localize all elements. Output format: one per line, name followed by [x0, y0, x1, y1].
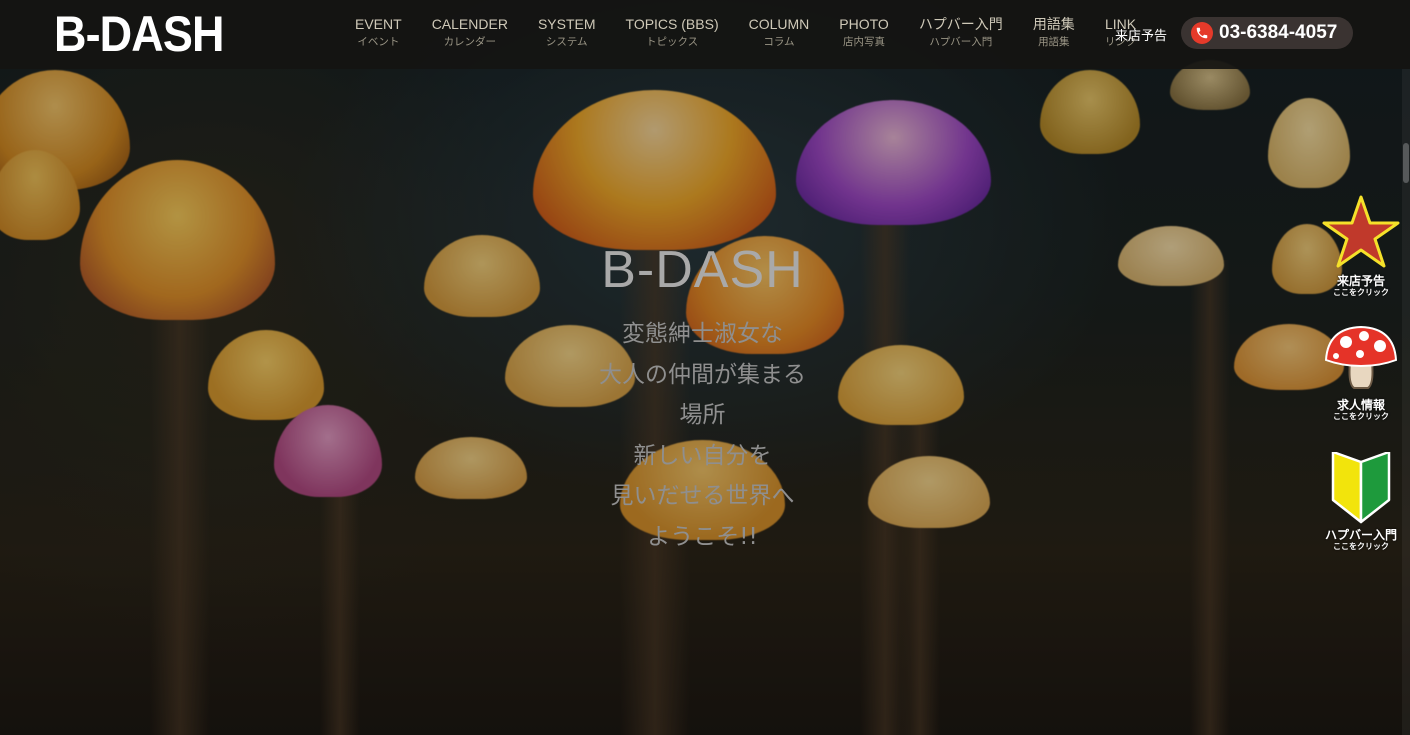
- nav-item-event[interactable]: EVENT イベント: [340, 14, 417, 50]
- nav-item-label: ハプバー入門: [918, 16, 1003, 32]
- nav-item-label: EVENT: [355, 16, 402, 32]
- nav-item-calender[interactable]: CALENDER カレンダー: [417, 14, 523, 50]
- nav-item-sublabel: イベント: [357, 36, 400, 48]
- mushroom-icon: [1324, 325, 1398, 389]
- reserve-link[interactable]: 来店予告: [1115, 25, 1167, 44]
- nav-item-label: CALENDER: [431, 16, 508, 32]
- nav-item-sublabel: ハプバー入門: [929, 36, 993, 48]
- side-button-sublabel: ここをクリック: [1333, 542, 1389, 551]
- hero-line: 新しい自分を: [633, 442, 772, 469]
- nav-item-system[interactable]: SYSTEM システム: [523, 14, 611, 50]
- nav-item-sublabel: 用語集: [1038, 36, 1070, 48]
- hero-line: ようこそ!!: [647, 523, 758, 550]
- main-nav: EVENT イベント CALENDER カレンダー SYSTEM システム TO…: [340, 14, 1151, 50]
- side-button-label: 求人情報: [1336, 398, 1385, 412]
- side-button-jobs[interactable]: 求人情報 ここをクリック: [1320, 324, 1402, 422]
- nav-item-label: SYSTEM: [537, 16, 596, 32]
- nav-item-topics[interactable]: TOPICS (BBS) トピックス: [611, 14, 734, 50]
- hero-line: 変態紳士淑女な: [622, 321, 783, 347]
- side-button-reserve[interactable]: 来店予告 ここをクリック: [1320, 194, 1402, 298]
- side-button-sublabel: ここをクリック: [1333, 412, 1389, 421]
- phone-button[interactable]: 03-6384-4057: [1181, 17, 1353, 49]
- side-button-label: 来店予告: [1336, 274, 1385, 288]
- side-button-hapbar-intro[interactable]: ハプバー入門 ここをクリック: [1320, 450, 1402, 552]
- side-button-label: ハプバー入門: [1324, 528, 1397, 542]
- hero-tagline: 変態紳士淑女な 大人の仲間が集まる 場所 新しい自分を 見いだせる世界へ ようこ…: [0, 314, 1405, 557]
- nav-item-sublabel: カレンダー: [443, 36, 497, 48]
- site-header: B-DASH EVENT イベント CALENDER カレンダー SYSTEM …: [0, 0, 1410, 69]
- nav-item-column[interactable]: COLUMN コラム: [734, 14, 825, 50]
- nav-item-glossary[interactable]: 用語集 用語集: [1018, 14, 1090, 50]
- hero-title: B-DASH: [601, 241, 804, 299]
- star-icon: [1322, 195, 1400, 268]
- scrollbar-thumb[interactable]: [1403, 143, 1409, 183]
- side-button-sublabel: ここをクリック: [1333, 288, 1389, 297]
- hero-line: 場所: [679, 402, 726, 428]
- nav-item-label: PHOTO: [839, 16, 889, 32]
- beginner-mark-icon: [1331, 450, 1391, 524]
- hero-line: 大人の仲間が集まる: [599, 361, 806, 388]
- phone-number: 03-6384-4057: [1219, 22, 1338, 43]
- nav-item-sublabel: トピックス: [645, 36, 699, 48]
- hero-line: 見いだせる世界へ: [610, 483, 795, 509]
- site-logo[interactable]: B-DASH: [54, 6, 224, 62]
- nav-item-sublabel: システム: [545, 36, 588, 48]
- nav-item-sublabel: 店内写真: [843, 36, 886, 48]
- nav-item-photo[interactable]: PHOTO 店内写真: [824, 14, 904, 50]
- nav-item-label: 用語集: [1032, 16, 1075, 32]
- nav-item-hapbar-intro[interactable]: ハプバー入門 ハプバー入門: [904, 14, 1018, 50]
- phone-icon: [1191, 22, 1213, 44]
- nav-item-label: TOPICS (BBS): [625, 16, 719, 32]
- nav-item-label: COLUMN: [748, 16, 810, 32]
- nav-item-sublabel: コラム: [763, 36, 795, 48]
